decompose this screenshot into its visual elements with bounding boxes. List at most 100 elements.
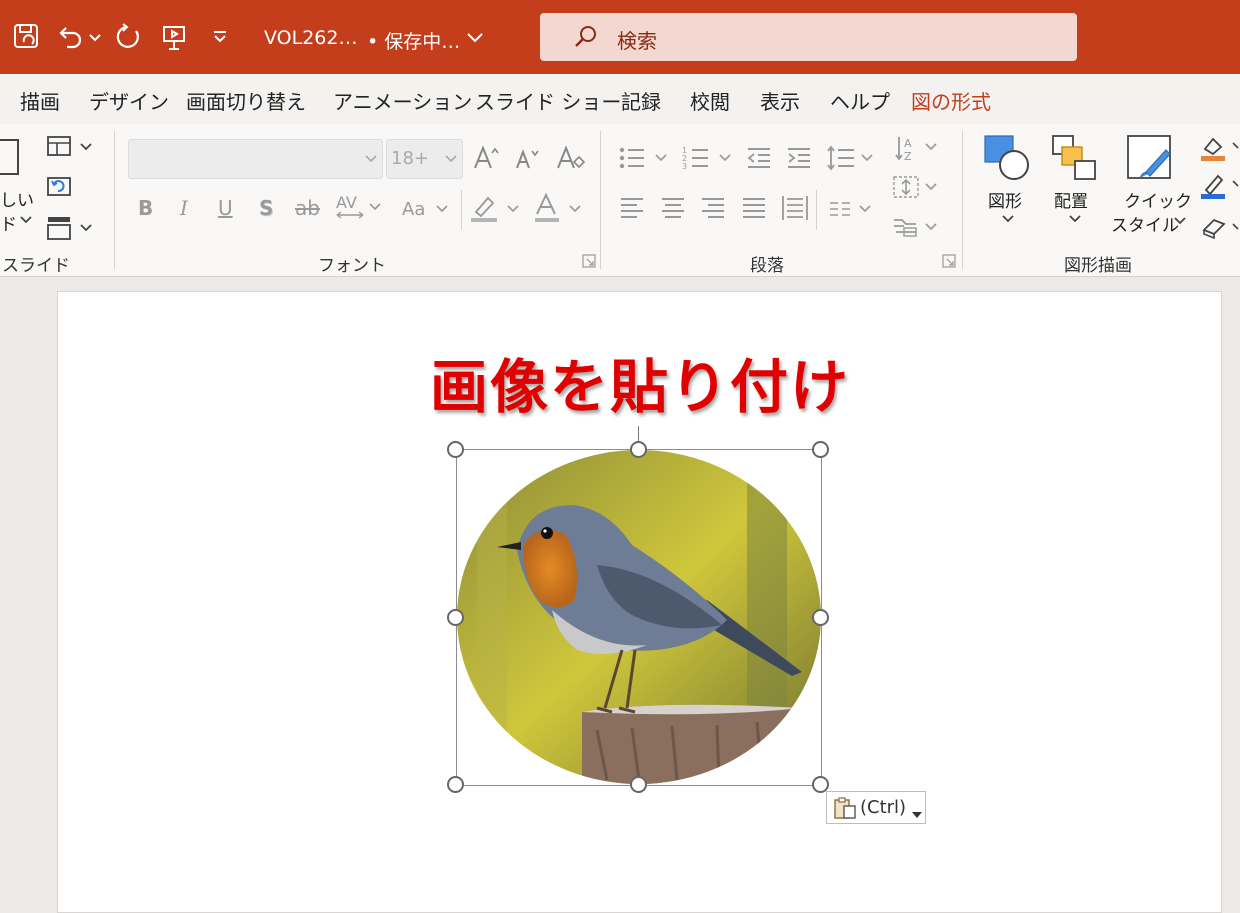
font-size-value: 18+	[391, 148, 429, 169]
resize-handle-bottom-left[interactable]	[447, 776, 464, 793]
underline-icon[interactable]: U	[218, 196, 233, 220]
columns-icon[interactable]	[828, 198, 876, 220]
tab-review[interactable]: 校閲	[690, 86, 730, 115]
increase-font-size-icon[interactable]	[473, 144, 501, 172]
chevron-down-icon	[364, 151, 378, 170]
undo-icon[interactable]	[56, 22, 86, 52]
section-icon[interactable]	[46, 215, 96, 241]
tab-help[interactable]: ヘルプ	[830, 86, 890, 115]
separator	[600, 131, 601, 269]
resize-handle-bottom[interactable]	[630, 776, 647, 793]
line-spacing-icon[interactable]	[826, 144, 876, 172]
decrease-indent-icon[interactable]	[746, 146, 772, 170]
svg-text:3: 3	[682, 162, 687, 171]
resize-handle-right[interactable]	[812, 609, 829, 626]
font-color-icon[interactable]	[532, 192, 588, 224]
shapes-label[interactable]: 図形	[988, 187, 1022, 212]
customize-qat-icon[interactable]	[210, 22, 230, 52]
tab-transitions[interactable]: 画面切り替え	[186, 86, 306, 115]
svg-text:Z: Z	[904, 150, 912, 163]
quick-styles-label-2[interactable]: スタイル	[1111, 211, 1179, 236]
start-slideshow-icon[interactable]	[160, 22, 190, 52]
save-status[interactable]: • 保存中…	[367, 27, 460, 54]
autosave-icon[interactable]	[12, 22, 42, 52]
quick-styles-label-1[interactable]: クイック	[1124, 187, 1192, 212]
tab-design[interactable]: デザイン	[89, 86, 169, 115]
paste-options-button[interactable]: (Ctrl)	[826, 791, 926, 824]
tab-slideshow[interactable]: スライド ショー	[475, 86, 621, 115]
justify-icon[interactable]	[741, 196, 767, 220]
arrange-icon[interactable]	[1052, 135, 1098, 181]
tab-record[interactable]: 記録	[621, 86, 661, 115]
clipboard-icon	[833, 796, 859, 824]
increase-indent-icon[interactable]	[786, 146, 812, 170]
search-box[interactable]: 検索	[540, 13, 1077, 61]
slide-title[interactable]: 画像を貼り付け	[380, 340, 900, 424]
change-case-icon[interactable]: Aa	[401, 196, 453, 222]
title-bar: VOL262… • 保存中… 検索	[0, 0, 1240, 74]
font-size-combo[interactable]: 18+	[386, 139, 463, 179]
redo-icon[interactable]	[114, 22, 144, 52]
resize-handle-left[interactable]	[447, 609, 464, 626]
highlight-color-icon[interactable]	[468, 192, 524, 224]
quick-styles-icon[interactable]	[1126, 134, 1176, 182]
resize-handle-top-left[interactable]	[447, 441, 464, 458]
numbering-icon[interactable]: 123	[682, 144, 734, 172]
shape-outline-icon[interactable]	[1200, 172, 1240, 200]
tab-draw[interactable]: 描画	[20, 86, 60, 115]
arrange-label[interactable]: 配置	[1054, 187, 1088, 212]
layout-icon[interactable]	[46, 135, 96, 159]
separator	[461, 190, 462, 230]
align-left-icon[interactable]	[619, 196, 645, 220]
paste-options-label: (Ctrl)	[860, 797, 907, 818]
selection-frame	[456, 449, 822, 786]
distributed-icon[interactable]	[781, 194, 809, 222]
paragraph-group-label: 段落	[750, 256, 784, 276]
slides-group-label: スライド	[2, 256, 70, 276]
shape-fill-icon[interactable]	[1200, 134, 1240, 162]
dialog-launcher-icon[interactable]	[582, 254, 596, 268]
tab-picture-format[interactable]: 図の形式	[911, 86, 991, 115]
svg-text:A: A	[904, 137, 912, 150]
file-name[interactable]: VOL262…	[264, 27, 357, 49]
italic-icon[interactable]: I	[180, 196, 188, 220]
chevron-down-icon	[912, 804, 922, 823]
resize-handle-top-right[interactable]	[812, 441, 829, 458]
new-slide-icon[interactable]	[0, 138, 22, 178]
arrange-dropdown-icon[interactable]	[1067, 211, 1083, 227]
drawing-group-label: 図形描画	[1064, 256, 1132, 276]
decrease-font-size-icon[interactable]	[515, 146, 541, 172]
chevron-down-icon[interactable]	[465, 22, 485, 52]
tab-view[interactable]: 表示	[760, 86, 800, 115]
shapes-dropdown-icon[interactable]	[1000, 211, 1016, 227]
clear-formatting-icon[interactable]	[556, 144, 586, 174]
shadow-icon[interactable]: S	[259, 196, 273, 220]
separator	[962, 131, 963, 269]
bold-icon[interactable]: B	[138, 196, 153, 220]
shape-effects-icon[interactable]	[1200, 214, 1240, 240]
character-spacing-icon[interactable]: AV	[335, 192, 385, 222]
chevron-down-icon	[444, 151, 458, 170]
tab-animations[interactable]: アニメーション	[333, 86, 472, 115]
quick-styles-dropdown-icon[interactable]	[1172, 213, 1188, 229]
svg-text:Aa: Aa	[402, 199, 425, 220]
convert-to-smartart-icon[interactable]	[892, 214, 940, 240]
text-direction-icon[interactable]: AZ	[894, 134, 940, 164]
align-right-icon[interactable]	[700, 196, 726, 220]
strikethrough-icon[interactable]: ab	[295, 196, 320, 220]
reset-slide-icon[interactable]	[46, 174, 72, 198]
shapes-icon[interactable]	[984, 135, 1030, 181]
search-placeholder: 検索	[617, 29, 657, 53]
align-text-icon[interactable]	[892, 174, 940, 200]
new-slide-label-2[interactable]: ド	[0, 210, 17, 235]
dialog-launcher-icon[interactable]	[942, 254, 956, 268]
new-slide-label-1[interactable]: しい	[0, 186, 34, 211]
separator	[114, 131, 115, 269]
bullets-icon[interactable]	[618, 144, 670, 172]
align-center-icon[interactable]	[660, 196, 686, 220]
font-name-combo[interactable]	[128, 139, 383, 179]
svg-text:AV: AV	[336, 193, 357, 212]
new-slide-dropdown-icon[interactable]	[18, 212, 34, 228]
undo-dropdown-icon[interactable]	[88, 22, 102, 52]
resize-handle-top[interactable]	[630, 441, 647, 458]
